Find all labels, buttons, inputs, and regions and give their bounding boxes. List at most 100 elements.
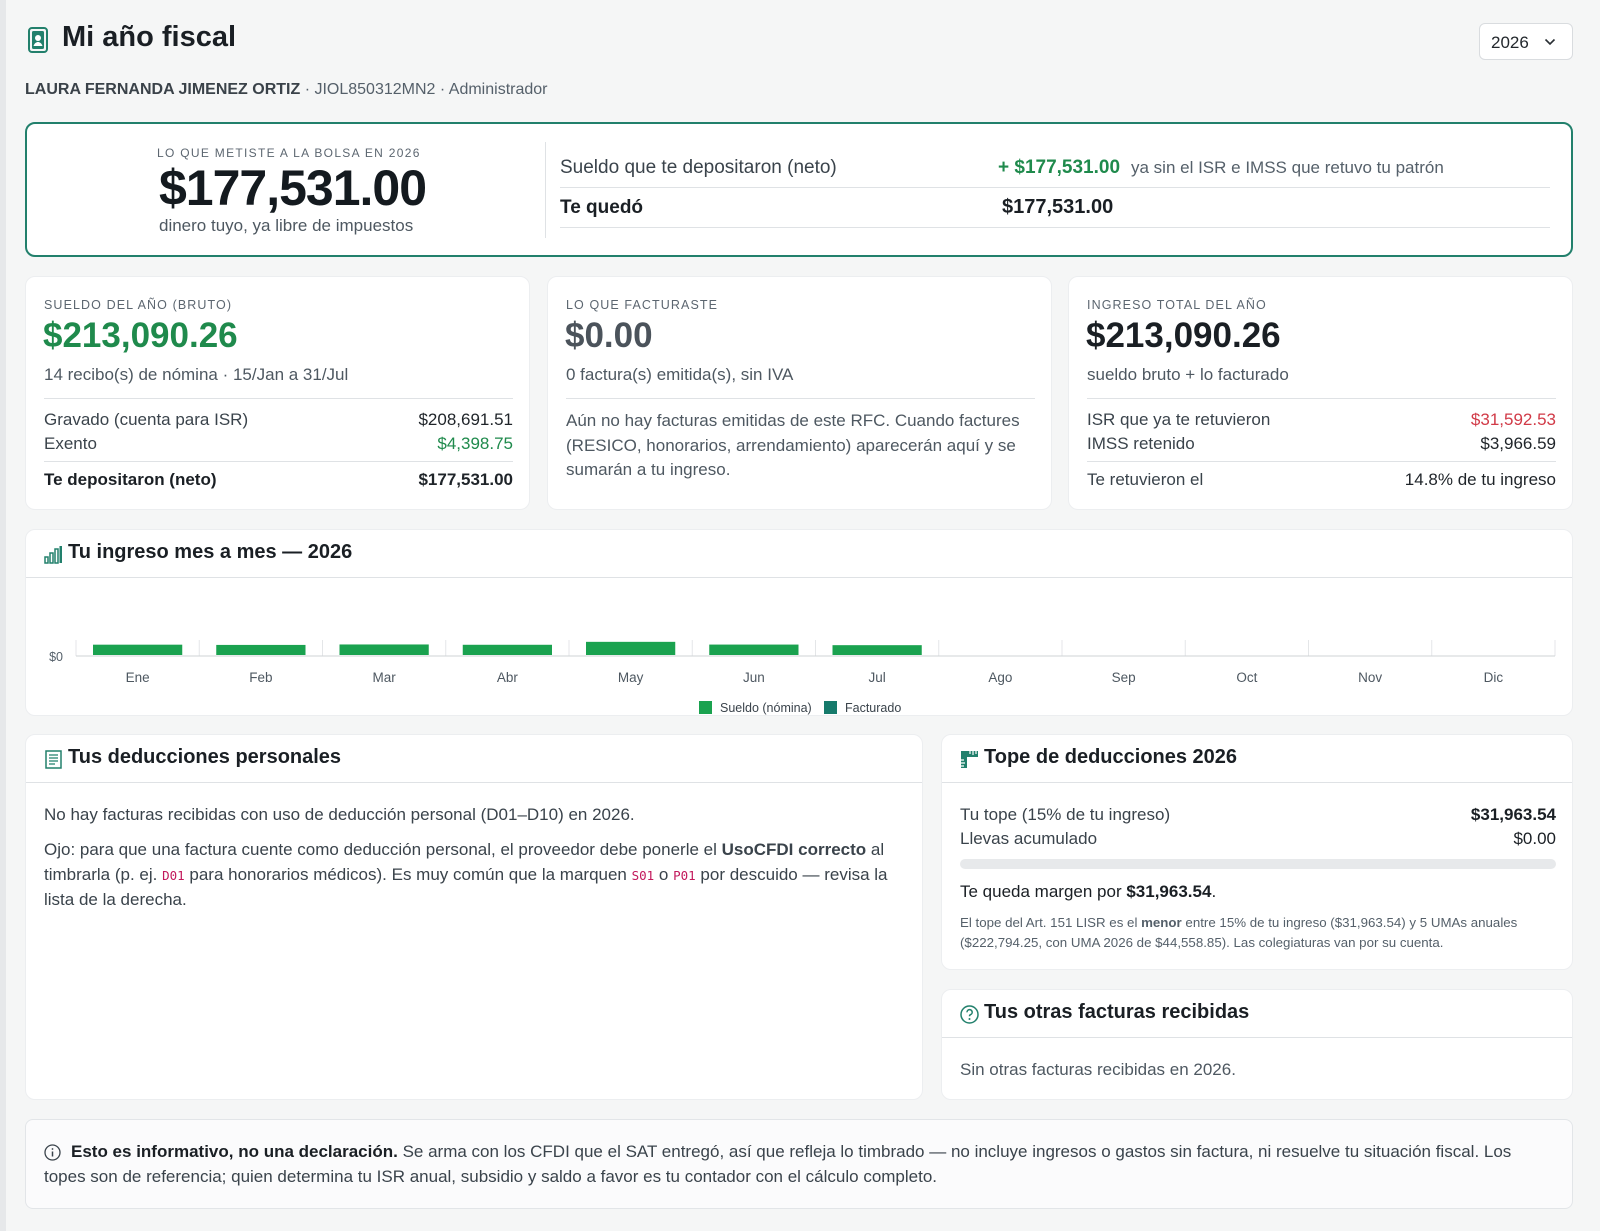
x-tick-label: Nov bbox=[1358, 670, 1382, 685]
total-income-card: INGRESO TOTAL DEL AÑO $213,090.26 sueldo… bbox=[1068, 276, 1573, 510]
receipt-icon bbox=[45, 750, 62, 769]
total-income-sub: sueldo bruto + lo facturado bbox=[1087, 365, 1289, 384]
margin-period: . bbox=[1211, 882, 1217, 901]
exempt-row: Exento $4,398.75 bbox=[44, 434, 513, 456]
code-p01: P01 bbox=[673, 867, 696, 883]
cap-row: Tu tope (15% de tu ingreso) $31,963.54 bbox=[960, 805, 1556, 825]
total-income-amount: $213,090.26 bbox=[1086, 316, 1281, 355]
legend-label: Facturado bbox=[845, 701, 901, 715]
bar-jul bbox=[832, 645, 922, 655]
legend-swatch bbox=[824, 701, 837, 714]
separator: · bbox=[300, 81, 315, 98]
disclaimer-box: Esto es informativo, no una declaración.… bbox=[25, 1119, 1573, 1209]
x-tick-label: Jul bbox=[868, 670, 885, 685]
x-tick-label: Mar bbox=[373, 670, 397, 685]
kept-value: $177,531.00 bbox=[1002, 196, 1114, 218]
bar-chart-icon bbox=[44, 546, 62, 564]
divider bbox=[1087, 398, 1556, 399]
net-deposit-label: Te depositaron (neto) bbox=[44, 470, 217, 489]
note-text: Ojo: para que una factura cuente como de… bbox=[44, 840, 722, 859]
invoiced-note: Aún no hay facturas emitidas de este RFC… bbox=[566, 411, 1020, 479]
card-title: Tus otras facturas recibidas bbox=[984, 1001, 1250, 1023]
separator: · bbox=[435, 81, 449, 98]
divider bbox=[566, 398, 1035, 399]
disclaimer-text: Esto es informativo, no una declaración.… bbox=[44, 1140, 1544, 1189]
net-deposit-value: $177,531.00 bbox=[418, 470, 513, 489]
cap-value: $31,963.54 bbox=[1470, 805, 1556, 824]
bar-feb bbox=[216, 644, 306, 655]
taxable-label: Gravado (cuenta para ISR) bbox=[44, 410, 249, 429]
legend-swatch bbox=[699, 701, 712, 714]
help-circle-icon bbox=[960, 1005, 979, 1024]
accumulated-value: $0.00 bbox=[1513, 829, 1556, 848]
retention-rate-value: 14.8% de tu ingreso bbox=[1404, 470, 1556, 489]
bar-jun bbox=[709, 644, 799, 655]
card-caption: SUELDO DEL AÑO (BRUTO) bbox=[44, 298, 233, 312]
x-tick-label: Ago bbox=[988, 670, 1012, 685]
imss-label: IMSS retenido bbox=[1087, 434, 1195, 453]
code-s01: S01 bbox=[631, 867, 655, 883]
taxable-row: Gravado (cuenta para ISR) $208,691.51 bbox=[44, 410, 513, 432]
card-header: Tus deducciones personales bbox=[26, 735, 922, 783]
net-salary-label: Sueldo que te depositaron (neto) bbox=[560, 157, 837, 178]
page-header: Mi año fiscal 2026 LAURA FERNANDA JIMENE… bbox=[25, 0, 1573, 98]
x-tick-label: Feb bbox=[249, 670, 272, 685]
x-tick-label: Jun bbox=[743, 670, 765, 685]
footnote-text: El tope del Art. 151 LISR es el bbox=[960, 915, 1142, 930]
x-tick-label: Abr bbox=[497, 670, 519, 685]
hero-amount: $177,531.00 bbox=[159, 160, 427, 216]
x-tick-label: Ene bbox=[126, 670, 150, 685]
net-income-summary: LO QUE METISTE A LA BOLSA EN 2026 $177,5… bbox=[25, 122, 1573, 257]
gross-salary-card: SUELDO DEL AÑO (BRUTO) $213,090.26 14 re… bbox=[25, 276, 530, 510]
other-invoices-card: Tus otras facturas recibidas Sin otras f… bbox=[941, 989, 1573, 1100]
accumulated-row: Llevas acumulado $0.00 bbox=[960, 829, 1556, 849]
user-role: Administrador bbox=[448, 81, 548, 98]
note-emphasis: UsoCFDI correcto bbox=[721, 840, 867, 859]
monthly-income-card: Tu ingreso mes a mes — 2026 $0 Ene Feb Mar A… bbox=[25, 529, 1573, 716]
card-title: Tope de deducciones 2026 bbox=[984, 746, 1238, 768]
net-salary-value: + $177,531.00 bbox=[998, 157, 1121, 178]
year-select[interactable]: 2026 bbox=[1479, 23, 1573, 60]
exempt-value: $4,398.75 bbox=[437, 434, 513, 453]
disclaimer-bold: Esto es informativo, no una declaración. bbox=[71, 1142, 398, 1161]
id-badge-icon bbox=[28, 27, 48, 53]
personal-deductions-card: Tus deducciones personales No hay factur… bbox=[25, 734, 923, 1100]
sidebar-edge bbox=[0, 0, 6, 1231]
x-tick-label: Sep bbox=[1112, 670, 1136, 685]
card-title: Tus deducciones personales bbox=[68, 746, 342, 768]
retention-rate-row: Te retuvieron el 14.8% de tu ingreso bbox=[1087, 470, 1556, 492]
ruler-icon bbox=[961, 751, 978, 768]
margin-text: Te queda margen por $31,963.54. bbox=[960, 882, 1216, 902]
x-tick-label: Oct bbox=[1236, 670, 1257, 685]
margin-value: $31,963.54 bbox=[1126, 882, 1212, 901]
chevron-down-icon bbox=[1544, 38, 1556, 46]
retention-rate-label: Te retuvieron el bbox=[1087, 470, 1204, 489]
deduction-cap-card: Tope de deducciones 2026 Tu tope (15% de… bbox=[941, 734, 1573, 970]
monthly-income-chart: $0 Ene Feb Mar Abr May Jun Jul Ago Sep Oct Nov Dic Su… bbox=[49, 640, 1556, 715]
year-select-value: 2026 bbox=[1491, 33, 1529, 52]
payslip-count: 14 recibo(s) de nómina · 15/Jan a 31/Jul bbox=[44, 365, 349, 384]
code-d01: D01 bbox=[162, 867, 185, 883]
kept-row: Te quedó $177,531.00 bbox=[560, 189, 1550, 228]
user-name: LAURA FERNANDA JIMENEZ ORTIZ bbox=[25, 81, 301, 98]
page-title: Mi año fiscal bbox=[62, 21, 237, 53]
no-other-invoices-text: Sin otras facturas recibidas en 2026. bbox=[960, 1060, 1236, 1079]
bar-may bbox=[586, 641, 676, 655]
divider bbox=[44, 398, 513, 399]
exempt-label: Exento bbox=[44, 434, 97, 453]
user-rfc: JIOL850312MN2 bbox=[314, 81, 436, 98]
imss-row: IMSS retenido $3,966.59 bbox=[1087, 434, 1556, 456]
cap-footnote: El tope del Art. 151 LISR es el menor en… bbox=[960, 913, 1556, 953]
x-tick-label: May bbox=[618, 670, 644, 685]
divider bbox=[1087, 461, 1556, 462]
hero-caption: LO QUE METISTE A LA BOLSA EN 2026 bbox=[157, 146, 421, 160]
card-header: Tope de deducciones 2026 bbox=[942, 735, 1572, 783]
bar-abr bbox=[462, 644, 552, 655]
divider bbox=[44, 461, 513, 462]
y-tick-label: $0 bbox=[49, 650, 63, 664]
footnote-emphasis: menor bbox=[1141, 915, 1182, 930]
legend-label: Sueldo (nómina) bbox=[720, 701, 812, 715]
hero-subtitle: dinero tuyo, ya libre de impuestos bbox=[159, 216, 414, 235]
cap-label: Tu tope (15% de tu ingreso) bbox=[960, 805, 1171, 824]
margin-label: Te queda margen por bbox=[960, 882, 1127, 901]
